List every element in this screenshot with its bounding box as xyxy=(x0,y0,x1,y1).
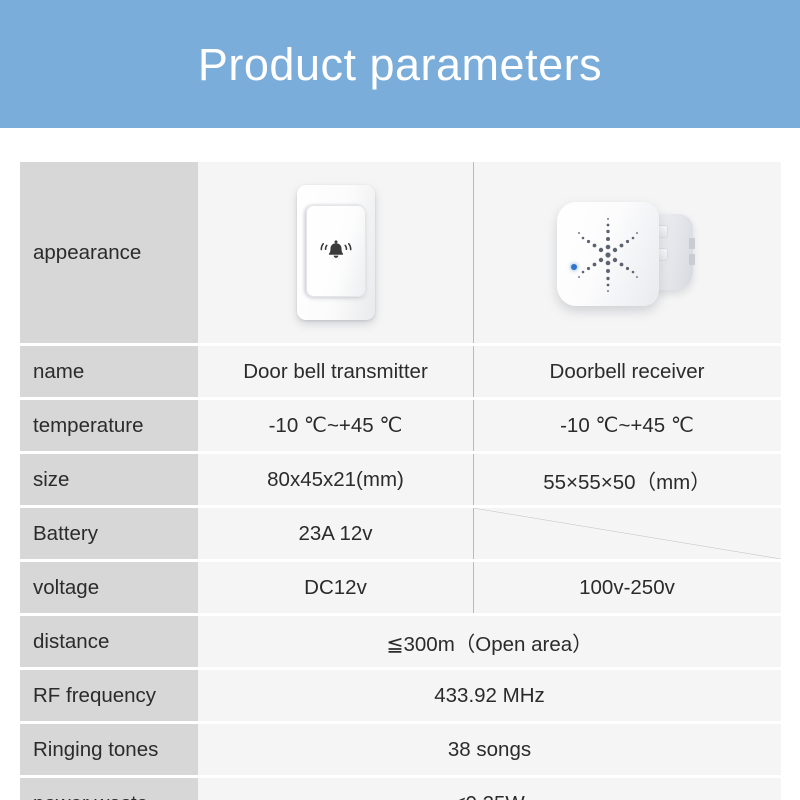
cell-temperature-receiver: -10 ℃~+45 ℃ xyxy=(473,400,781,451)
row-label-ringing-tones: Ringing tones xyxy=(20,724,198,775)
product-parameters-page: Product parameters appearance name Door … xyxy=(0,0,800,800)
cell-name-receiver-text: Doorbell receiver xyxy=(549,359,705,383)
table-row: voltage DC12v 100v-250v xyxy=(20,562,781,613)
cell-voltage-transmitter: DC12v xyxy=(198,562,473,613)
cell-voltage-receiver-text: 100v-250v xyxy=(579,575,675,599)
specifications-table: appearance name Door bell transmitter Do… xyxy=(20,162,781,800)
cell-voltage-receiver: 100v-250v xyxy=(473,562,781,613)
column-divider xyxy=(473,562,474,613)
not-applicable-diagonal-icon xyxy=(473,508,781,559)
table-row: distance ≦300m（Open area） xyxy=(20,616,781,667)
cell-battery-transmitter: 23A 12v xyxy=(198,508,473,559)
cell-power-waste-value: ≤0.25W xyxy=(198,778,781,800)
cell-name-transmitter: Door bell transmitter xyxy=(198,346,473,397)
speaker-grille-icon xyxy=(577,217,639,292)
row-label-voltage: voltage xyxy=(20,562,198,613)
column-divider xyxy=(473,454,474,505)
cell-temperature-receiver-text: -10 ℃~+45 ℃ xyxy=(560,414,694,437)
cell-name-receiver: Doorbell receiver xyxy=(473,346,781,397)
table-row: Battery 23A 12v xyxy=(20,508,781,559)
table-row: appearance xyxy=(20,162,781,343)
table-row: size 80x45x21(mm) 55×55×50（mm） xyxy=(20,454,781,505)
cell-temperature-transmitter: -10 ℃~+45 ℃ xyxy=(198,400,473,451)
cell-size-receiver: 55×55×50（mm） xyxy=(473,454,781,505)
transmitter-illustration xyxy=(198,162,473,343)
row-label-distance: distance xyxy=(20,616,198,667)
column-divider xyxy=(473,400,474,451)
receiver-front-face xyxy=(557,201,659,306)
receiver-led-indicator xyxy=(571,263,577,270)
cell-ringing-tones-value: 38 songs xyxy=(198,724,781,775)
column-divider xyxy=(473,346,474,397)
cell-transmitter-image xyxy=(198,162,473,343)
column-divider xyxy=(473,508,474,559)
cell-rf-frequency-value: 433.92 MHz xyxy=(198,670,781,721)
row-label-size: size xyxy=(20,454,198,505)
page-title: Product parameters xyxy=(197,38,603,90)
table-row: Ringing tones 38 songs xyxy=(20,724,781,775)
row-label-power-waste: power waste xyxy=(20,778,198,800)
page-header-band: Product parameters xyxy=(0,0,800,128)
plug-prong-upper xyxy=(689,237,695,249)
cell-battery-receiver-not-applicable xyxy=(473,508,781,559)
row-label-rf-frequency: RF frequency xyxy=(20,670,198,721)
cell-distance-value: ≦300m（Open area） xyxy=(198,616,781,667)
receiver-illustration xyxy=(473,162,781,343)
table-row: RF frequency 433.92 MHz xyxy=(20,670,781,721)
bell-icon xyxy=(320,240,351,258)
table-row: temperature -10 ℃~+45 ℃ -10 ℃~+45 ℃ xyxy=(20,400,781,451)
column-divider xyxy=(473,162,474,343)
doorbell-receiver-plug-icon xyxy=(553,194,701,312)
transmitter-push-button xyxy=(305,205,366,297)
cell-size-receiver-text: 55×55×50（mm） xyxy=(543,470,711,494)
row-label-appearance: appearance xyxy=(20,162,198,343)
table-row: power waste ≤0.25W xyxy=(20,778,781,800)
plug-prong-lower xyxy=(689,253,695,265)
row-label-name: name xyxy=(20,346,198,397)
table-row: name Door bell transmitter Doorbell rece… xyxy=(20,346,781,397)
cell-size-transmitter: 80x45x21(mm) xyxy=(198,454,473,505)
row-label-temperature: temperature xyxy=(20,400,198,451)
cell-receiver-image xyxy=(473,162,781,343)
doorbell-transmitter-switch-icon xyxy=(296,185,375,320)
row-label-battery: Battery xyxy=(20,508,198,559)
